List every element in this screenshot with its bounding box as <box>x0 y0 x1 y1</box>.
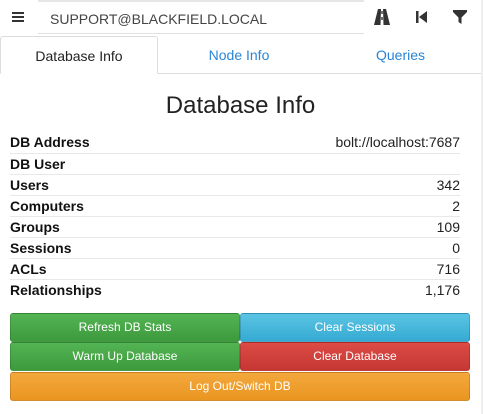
tab-bar: Database Info Node Info Queries <box>0 36 481 74</box>
stat-value: 2 <box>452 198 460 214</box>
stat-row-acls: ACLs 716 <box>10 258 460 279</box>
stat-value: 1,176 <box>424 282 460 298</box>
stat-row-db-user: DB User <box>10 153 460 174</box>
back-to-start-icon[interactable] <box>410 6 432 28</box>
stat-label: Sessions <box>10 240 72 256</box>
stat-row-computers: Computers 2 <box>10 195 460 216</box>
search-box <box>38 0 364 34</box>
stat-value: 342 <box>436 177 460 193</box>
road-icon[interactable] <box>371 6 393 28</box>
clear-database-button[interactable]: Clear Database <box>240 342 470 371</box>
logout-switch-db-button[interactable]: Log Out/Switch DB <box>10 372 470 401</box>
clear-sessions-button[interactable]: Clear Sessions <box>240 313 470 342</box>
stat-label: ACLs <box>10 261 47 277</box>
warm-up-database-button[interactable]: Warm Up Database <box>10 342 240 371</box>
stat-label: Relationships <box>10 282 102 298</box>
stat-row-db-address: DB Address bolt://localhost:7687 <box>10 132 460 153</box>
stat-label: DB User <box>10 156 66 172</box>
stat-label: DB Address <box>10 134 90 150</box>
stat-row-users: Users 342 <box>10 174 460 195</box>
stat-value: 109 <box>436 219 460 235</box>
stat-row-groups: Groups 109 <box>10 216 460 237</box>
stat-label: Computers <box>10 198 84 214</box>
stats-table: DB Address bolt://localhost:7687 DB User… <box>10 132 460 300</box>
refresh-db-stats-button[interactable]: Refresh DB Stats <box>10 313 240 342</box>
page-title: Database Info <box>165 92 316 119</box>
top-bar <box>0 0 483 34</box>
filter-icon[interactable] <box>449 6 471 28</box>
search-input[interactable] <box>50 9 350 29</box>
tab-node-info[interactable]: Node Info <box>158 36 320 74</box>
stat-value: bolt://localhost:7687 <box>335 134 460 150</box>
stat-label: Groups <box>10 219 60 235</box>
menu-icon[interactable] <box>8 6 30 28</box>
stat-value: 0 <box>452 240 460 256</box>
tab-database-info[interactable]: Database Info <box>0 36 158 74</box>
stat-value: 716 <box>436 261 460 277</box>
stat-label: Users <box>10 177 49 193</box>
tab-queries[interactable]: Queries <box>320 36 481 74</box>
stat-row-relationships: Relationships 1,176 <box>10 279 460 300</box>
stat-row-sessions: Sessions 0 <box>10 237 460 258</box>
